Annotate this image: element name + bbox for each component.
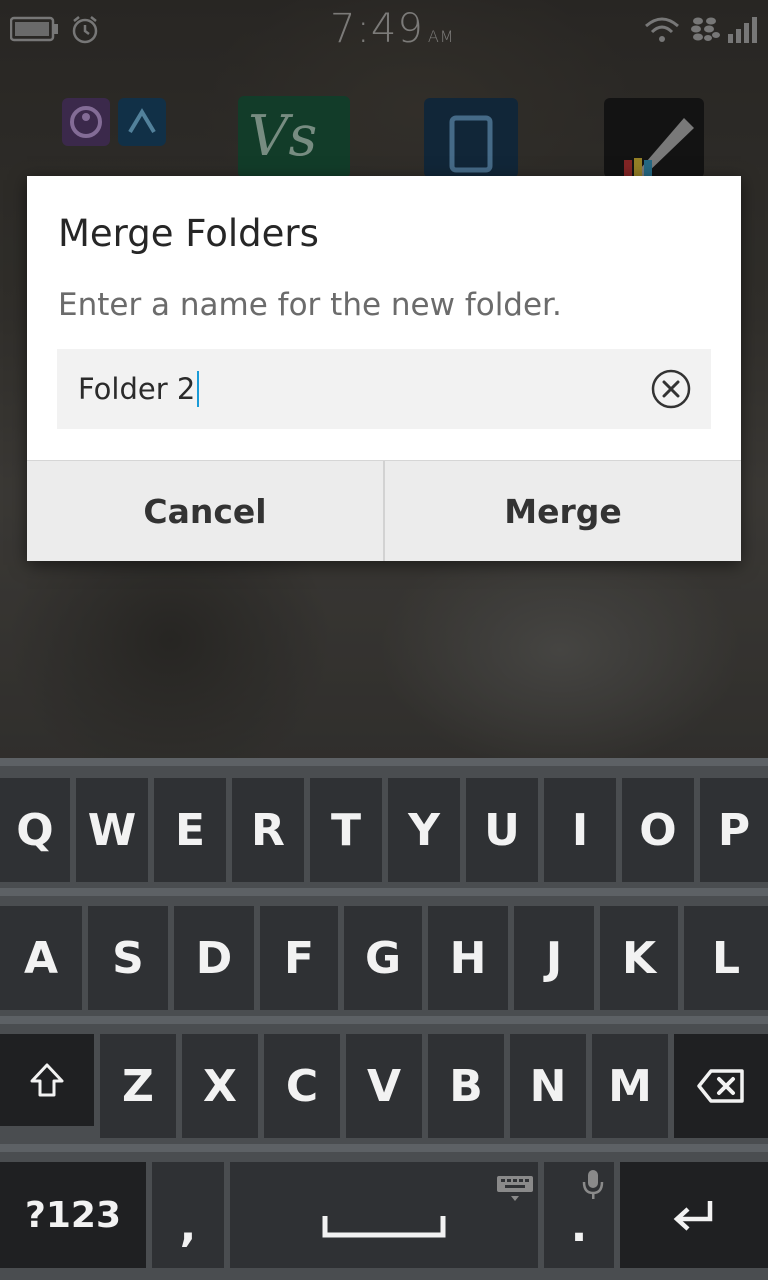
enter-key[interactable] — [620, 1162, 768, 1268]
dialog-message: Enter a name for the new folder. — [58, 287, 562, 323]
clear-text-icon[interactable] — [651, 369, 691, 409]
key-c[interactable]: C — [264, 1034, 340, 1138]
clock-time: 7:49 — [330, 6, 424, 52]
key-o[interactable]: O — [622, 778, 694, 882]
keyboard-row-separator — [0, 888, 768, 896]
key-v[interactable]: V — [346, 1034, 422, 1138]
shift-key[interactable] — [0, 1034, 94, 1126]
key-z[interactable]: Z — [100, 1034, 176, 1138]
folder-name-value: Folder 2 — [78, 372, 196, 406]
key-d[interactable]: D — [174, 906, 254, 1010]
key-m[interactable]: M — [592, 1034, 668, 1138]
keyboard-top-border — [0, 758, 768, 766]
key-t[interactable]: T — [310, 778, 382, 882]
alarm-icon — [72, 16, 98, 44]
shift-icon — [30, 1063, 64, 1097]
keyboard-row-4: ?123 , . — [0, 1162, 768, 1268]
space-bar-icon — [322, 1216, 446, 1238]
symbols-key[interactable]: ?123 — [0, 1162, 146, 1268]
backspace-key[interactable] — [674, 1034, 768, 1138]
keyboard-row-3: Z X C V B N M — [0, 1034, 768, 1138]
key-l[interactable]: L — [684, 906, 768, 1010]
dialog-actions: Cancel Merge — [27, 460, 741, 561]
key-f[interactable]: F — [260, 906, 338, 1010]
key-j[interactable]: J — [514, 906, 594, 1010]
period-key-label: . — [570, 1200, 588, 1252]
keyboard-row-separator — [0, 1144, 768, 1152]
key-q[interactable]: Q — [0, 778, 70, 882]
key-x[interactable]: X — [182, 1034, 258, 1138]
key-a[interactable]: A — [0, 906, 82, 1010]
keyboard-row-2: A S D F G H J K L — [0, 906, 768, 1010]
text-caret — [197, 371, 200, 407]
enter-icon — [673, 1201, 713, 1231]
signal-icon — [728, 17, 757, 43]
key-w[interactable]: W — [76, 778, 148, 882]
keyboard-row-separator — [0, 1016, 768, 1024]
key-b[interactable]: B — [428, 1034, 504, 1138]
backspace-icon — [697, 1069, 744, 1103]
comma-key[interactable]: , — [152, 1162, 224, 1268]
merge-button[interactable]: Merge — [383, 461, 741, 561]
key-y[interactable]: Y — [388, 778, 460, 882]
microphone-icon — [582, 1170, 604, 1199]
symbols-key-label: ?123 — [24, 1194, 122, 1236]
comma-key-label: , — [179, 1200, 197, 1252]
key-k[interactable]: K — [600, 906, 678, 1010]
merge-folders-dialog: Merge Folders Enter a name for the new f… — [27, 176, 741, 561]
key-p[interactable]: P — [700, 778, 768, 882]
key-h[interactable]: H — [428, 906, 508, 1010]
key-i[interactable]: I — [544, 778, 616, 882]
key-g[interactable]: G — [344, 906, 422, 1010]
key-n[interactable]: N — [510, 1034, 586, 1138]
clock-ampm: AM — [427, 27, 455, 46]
key-s[interactable]: S — [88, 906, 168, 1010]
keyboard-row-1: Q W E R T Y U I O P — [0, 778, 768, 882]
folder-name-field[interactable]: Folder 2 — [57, 349, 711, 429]
key-u[interactable]: U — [466, 778, 538, 882]
period-key[interactable]: . — [544, 1162, 614, 1268]
status-bar: 7:49 AM — [0, 0, 768, 60]
space-key[interactable] — [230, 1162, 538, 1268]
virtual-keyboard: Q W E R T Y U I O P A S D F G H J K L Z … — [0, 758, 768, 1280]
key-e[interactable]: E — [154, 778, 226, 882]
dialog-title: Merge Folders — [58, 212, 319, 255]
blackberry-icon — [691, 17, 720, 41]
cancel-button[interactable]: Cancel — [27, 461, 383, 561]
battery-icon — [10, 16, 58, 42]
status-clock: 7:49 AM — [330, 6, 455, 56]
wifi-icon — [645, 17, 679, 42]
folder-name-input[interactable]: Folder 2 — [78, 371, 200, 407]
key-r[interactable]: R — [232, 778, 304, 882]
keyboard-icon — [497, 1176, 533, 1201]
